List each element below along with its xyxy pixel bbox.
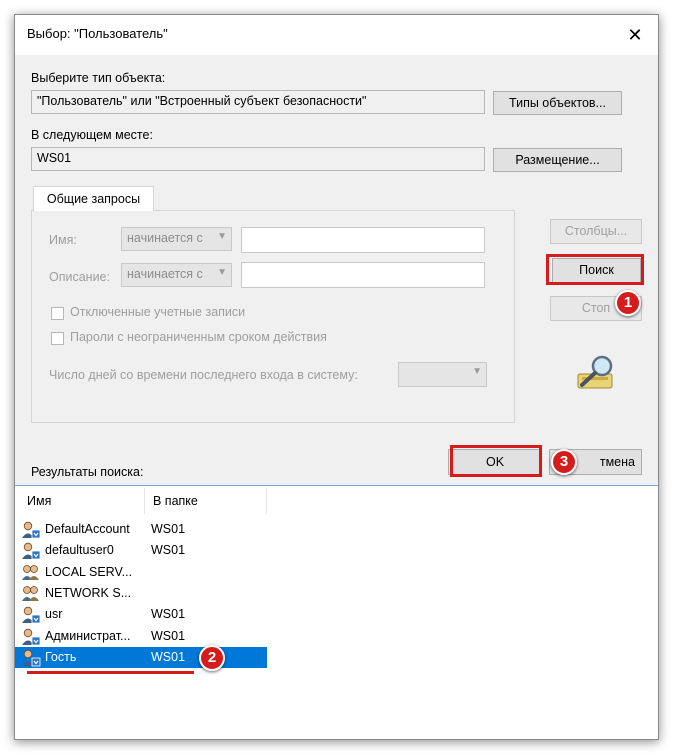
user-icon bbox=[22, 628, 41, 645]
search-button-highlight bbox=[546, 254, 644, 285]
row-name: defaultuser0 bbox=[45, 543, 114, 558]
chevron-down-icon: ▼ bbox=[217, 231, 227, 242]
table-row[interactable]: Гость WS01 bbox=[15, 646, 267, 668]
tab-common-queries[interactable]: Общие запросы bbox=[33, 186, 154, 211]
object-types-button[interactable]: Типы объектов... bbox=[493, 91, 622, 115]
object-type-field[interactable]: "Пользователь" или "Встроенный субъект б… bbox=[31, 90, 485, 114]
row-name: usr bbox=[45, 607, 63, 622]
row-name: LOCAL SERV... bbox=[45, 564, 133, 579]
name-input[interactable] bbox=[241, 227, 485, 253]
ok-button-highlight bbox=[450, 445, 542, 477]
row-folder: WS01 bbox=[151, 543, 186, 558]
select-user-dialog: Выбор: "Пользователь" ✕ Выберите тип объ… bbox=[14, 14, 659, 740]
disabled-accounts-checkbox[interactable] bbox=[51, 307, 64, 320]
table-row[interactable]: DefaultAccount WS01 bbox=[15, 519, 267, 540]
close-button[interactable]: ✕ bbox=[620, 21, 650, 49]
description-mode-value: начинается с bbox=[127, 267, 203, 281]
column-header-name[interactable]: Имя bbox=[19, 488, 145, 514]
user-icon bbox=[22, 649, 41, 667]
user-icon bbox=[22, 543, 41, 560]
non-expiring-passwords-label: Пароли с неограниченным сроком действия bbox=[70, 330, 327, 344]
object-type-label: Выберите тип объекта: bbox=[31, 71, 166, 85]
description-label: Описание: bbox=[49, 270, 110, 284]
user-icon bbox=[22, 606, 41, 624]
row-folder: WS01 bbox=[151, 649, 186, 664]
location-field[interactable]: WS01 bbox=[31, 147, 485, 171]
table-row[interactable]: NETWORK S... bbox=[15, 583, 267, 604]
window-title: Выбор: "Пользователь" bbox=[27, 26, 168, 41]
disabled-accounts-label: Отключенные учетные записи bbox=[70, 305, 246, 319]
search-results-label: Результаты поиска: bbox=[31, 465, 144, 479]
location-label: В следующем месте: bbox=[31, 128, 153, 142]
row-name: Гость bbox=[45, 649, 77, 664]
name-mode-value: начинается с bbox=[127, 231, 203, 245]
chevron-down-icon: ▼ bbox=[217, 267, 227, 278]
user-icon bbox=[22, 521, 41, 539]
group-icon bbox=[22, 585, 39, 601]
table-row[interactable]: LOCAL SERV... bbox=[15, 562, 267, 583]
chevron-down-icon: ▼ bbox=[472, 366, 482, 377]
title-bar[interactable]: Выбор: "Пользователь" ✕ bbox=[15, 15, 658, 55]
description-mode-select[interactable]: начинается с ▼ bbox=[121, 263, 232, 287]
close-icon: ✕ bbox=[627, 25, 643, 45]
row-name: Администрат... bbox=[45, 628, 131, 643]
selection-underline bbox=[27, 671, 194, 674]
annotation-badge-3: 3 bbox=[551, 449, 577, 475]
locations-button[interactable]: Размещение... bbox=[493, 148, 622, 172]
annotation-badge-1: 1 bbox=[615, 290, 641, 316]
annotation-badge-2: 2 bbox=[199, 645, 225, 671]
table-row[interactable]: Администрат... WS01 bbox=[15, 626, 267, 647]
days-since-logon-label: Число дней со времени последнего входа в… bbox=[49, 368, 358, 382]
table-row[interactable]: usr WS01 bbox=[15, 604, 267, 625]
row-name: NETWORK S... bbox=[45, 585, 132, 600]
non-expiring-passwords-checkbox[interactable] bbox=[51, 332, 64, 345]
name-label: Имя: bbox=[49, 233, 77, 247]
name-mode-select[interactable]: начинается с ▼ bbox=[121, 227, 232, 251]
row-folder: WS01 bbox=[151, 522, 186, 536]
columns-button[interactable]: Столбцы... bbox=[550, 219, 642, 244]
row-folder: WS01 bbox=[151, 628, 186, 643]
table-row[interactable]: defaultuser0 WS01 bbox=[15, 540, 267, 561]
search-magnifier-icon bbox=[577, 355, 613, 389]
description-input[interactable] bbox=[241, 262, 485, 288]
column-header-folder[interactable]: В папке bbox=[145, 488, 267, 514]
row-folder: WS01 bbox=[151, 607, 186, 622]
group-icon bbox=[22, 564, 39, 580]
days-since-logon-select[interactable]: ▼ bbox=[398, 362, 487, 387]
search-results-list[interactable]: Имя В папке DefaultAccount WS01 defaultuse… bbox=[15, 485, 658, 739]
row-name: DefaultAccount bbox=[45, 522, 130, 536]
